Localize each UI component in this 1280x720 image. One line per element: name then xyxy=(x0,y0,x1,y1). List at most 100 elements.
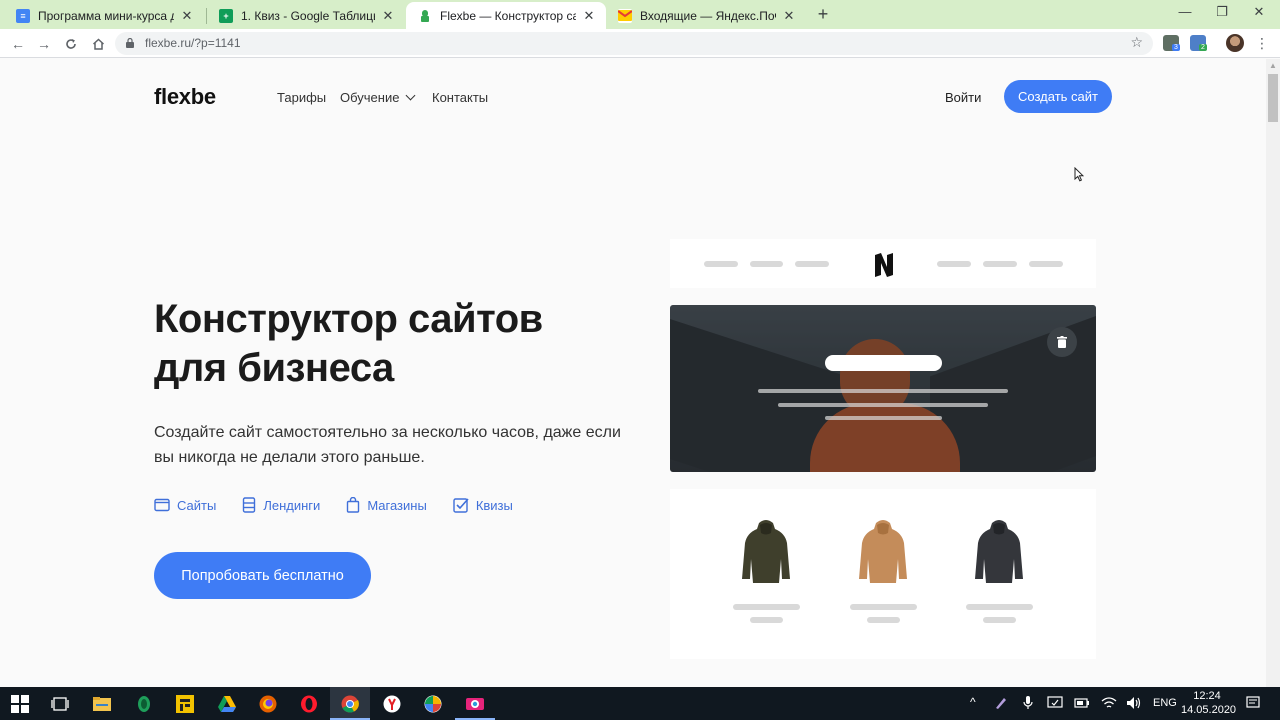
try-free-button[interactable]: Попробовать бесплатно xyxy=(154,552,371,599)
app-pinwheel-icon[interactable] xyxy=(424,695,442,713)
firefox-icon[interactable] xyxy=(259,695,277,713)
extension-badge: 2 xyxy=(1199,44,1207,51)
flexbe-icon xyxy=(418,8,432,23)
code-extension-icon[interactable]: 2 xyxy=(1190,35,1207,51)
tab-title: Flexbe — Конструктор сайтов и xyxy=(440,8,576,23)
hoodie-charcoal-image xyxy=(975,520,1023,583)
delete-block-button[interactable] xyxy=(1047,327,1077,357)
flexbe-mark-icon xyxy=(875,253,893,277)
page-scrollbar[interactable]: ▲ xyxy=(1266,59,1280,687)
task-view-icon[interactable] xyxy=(51,695,69,713)
google-drive-icon[interactable] xyxy=(218,695,236,713)
placeholder-line xyxy=(778,403,988,407)
home-icon[interactable] xyxy=(88,34,108,54)
login-link[interactable]: Войти xyxy=(945,90,981,105)
placeholder-line xyxy=(867,617,900,623)
web-page: flexbe Тарифы Обучение Контакты Войти Со… xyxy=(0,59,1266,687)
nav-learning-label: Обучение xyxy=(340,90,400,105)
notification-area-icon[interactable] xyxy=(1047,696,1063,710)
windows-taskbar: ^ ENG 12:24 14.05.2020 xyxy=(0,687,1280,720)
create-site-button[interactable]: Создать сайт xyxy=(1004,80,1112,113)
mouse-cursor-icon xyxy=(1074,167,1084,182)
placeholder-line xyxy=(750,617,783,623)
forward-icon[interactable]: → xyxy=(34,34,54,54)
clock-time: 12:24 xyxy=(1193,690,1221,702)
address-bar[interactable]: flexbe.ru/?p=1141 ☆ xyxy=(115,32,1153,55)
tab-title: Программа мини-курса для по: xyxy=(38,8,174,23)
mockup-header-card xyxy=(670,239,1096,288)
placeholder-line xyxy=(733,604,800,610)
app-camera-icon[interactable] xyxy=(466,695,484,713)
chrome-icon[interactable] xyxy=(341,695,359,713)
mockup-photo-card xyxy=(670,305,1096,472)
extension-icon[interactable]: 3 xyxy=(1163,35,1180,51)
system-clock[interactable]: 12:24 14.05.2020 xyxy=(1181,689,1237,717)
clock-date: 14.05.2020 xyxy=(1181,704,1237,716)
placeholder-line xyxy=(704,261,738,267)
placeholder-line xyxy=(983,617,1016,623)
chevron-up-icon[interactable]: ^ xyxy=(970,695,976,709)
reload-icon[interactable] xyxy=(61,34,81,54)
close-icon[interactable]: ✕ xyxy=(782,8,796,24)
tab-yandex-mail[interactable]: Входящие — Яндекс.Почта ✕ xyxy=(606,2,806,29)
scrollbar-thumb[interactable] xyxy=(1268,74,1278,122)
nav-contacts[interactable]: Контакты xyxy=(432,90,488,105)
bookmark-star-icon[interactable]: ☆ xyxy=(1130,34,1143,51)
tab-title: Входящие — Яндекс.Почта xyxy=(640,8,776,23)
language-indicator[interactable]: ENG xyxy=(1153,697,1177,709)
battery-icon[interactable] xyxy=(1074,697,1090,709)
file-explorer-icon[interactable] xyxy=(93,695,111,713)
action-center-icon[interactable] xyxy=(1246,696,1260,710)
placeholder-line xyxy=(825,416,942,420)
placeholder-line xyxy=(750,261,783,267)
flexbe-logo[interactable]: flexbe xyxy=(154,84,216,110)
windows-start-icon[interactable] xyxy=(11,695,29,713)
placeholder-line xyxy=(966,604,1033,610)
feature-shops[interactable]: Магазины xyxy=(346,497,427,513)
nav-tariffs[interactable]: Тарифы xyxy=(277,90,326,105)
tab-flexbe[interactable]: Flexbe — Конструктор сайтов и ✕ xyxy=(406,2,606,29)
placeholder-line xyxy=(1029,261,1063,267)
browser-window-icon xyxy=(154,498,170,512)
nav-learning[interactable]: Обучение xyxy=(340,90,416,105)
menu-kebab-icon[interactable]: ⋮ xyxy=(1255,35,1269,52)
feature-sites[interactable]: Сайты xyxy=(154,497,216,513)
minimize-icon[interactable]: — xyxy=(1170,4,1200,22)
tab-docs[interactable]: ≡ Программа мини-курса для по: ✕ xyxy=(4,2,204,29)
new-tab-button[interactable]: + xyxy=(813,4,833,24)
pen-icon[interactable] xyxy=(994,696,1008,710)
feature-quizzes[interactable]: Квизы xyxy=(453,497,513,513)
back-icon[interactable]: ← xyxy=(8,34,28,54)
yandex-browser-icon[interactable] xyxy=(383,695,401,713)
browser-tab-bar: ≡ Программа мини-курса для по: ✕ + 1. Кв… xyxy=(0,0,1280,29)
browser-toolbar: ← → flexbe.ru/?p=1141 ☆ 3 2 ⋮ xyxy=(0,29,1280,58)
opera-icon[interactable] xyxy=(300,695,318,713)
placeholder-line xyxy=(850,604,917,610)
hoodie-olive-image xyxy=(742,520,790,583)
tab-sheets[interactable]: + 1. Квиз - Google Таблицы ✕ xyxy=(207,2,405,29)
restore-icon[interactable]: ❐ xyxy=(1207,4,1237,22)
landing-blocks-icon xyxy=(243,497,256,513)
hoodie-tan-image xyxy=(859,520,907,583)
microphone-icon[interactable] xyxy=(1023,696,1033,710)
placeholder-line xyxy=(983,261,1017,267)
volume-icon[interactable] xyxy=(1126,696,1142,710)
feature-landings[interactable]: Лендинги xyxy=(242,497,320,513)
wifi-icon[interactable] xyxy=(1101,696,1117,710)
app-yellow-icon[interactable] xyxy=(176,695,194,713)
feature-label: Квизы xyxy=(475,497,513,513)
tab-title: 1. Квиз - Google Таблицы xyxy=(241,8,375,23)
placeholder-line xyxy=(795,261,829,267)
profile-avatar[interactable] xyxy=(1226,34,1244,52)
placeholder-line xyxy=(937,261,971,267)
scroll-up-arrow-icon[interactable]: ▲ xyxy=(1269,61,1277,70)
window-close-icon[interactable]: ✕ xyxy=(1244,4,1274,22)
app-green-icon[interactable] xyxy=(135,695,153,713)
checkbox-icon xyxy=(453,498,469,513)
feature-label: Сайты xyxy=(177,497,217,513)
close-icon[interactable]: ✕ xyxy=(180,8,194,24)
feature-label: Лендинги xyxy=(263,497,321,513)
shopping-bag-icon xyxy=(347,497,360,513)
close-icon[interactable]: ✕ xyxy=(582,8,596,24)
close-icon[interactable]: ✕ xyxy=(381,8,395,24)
